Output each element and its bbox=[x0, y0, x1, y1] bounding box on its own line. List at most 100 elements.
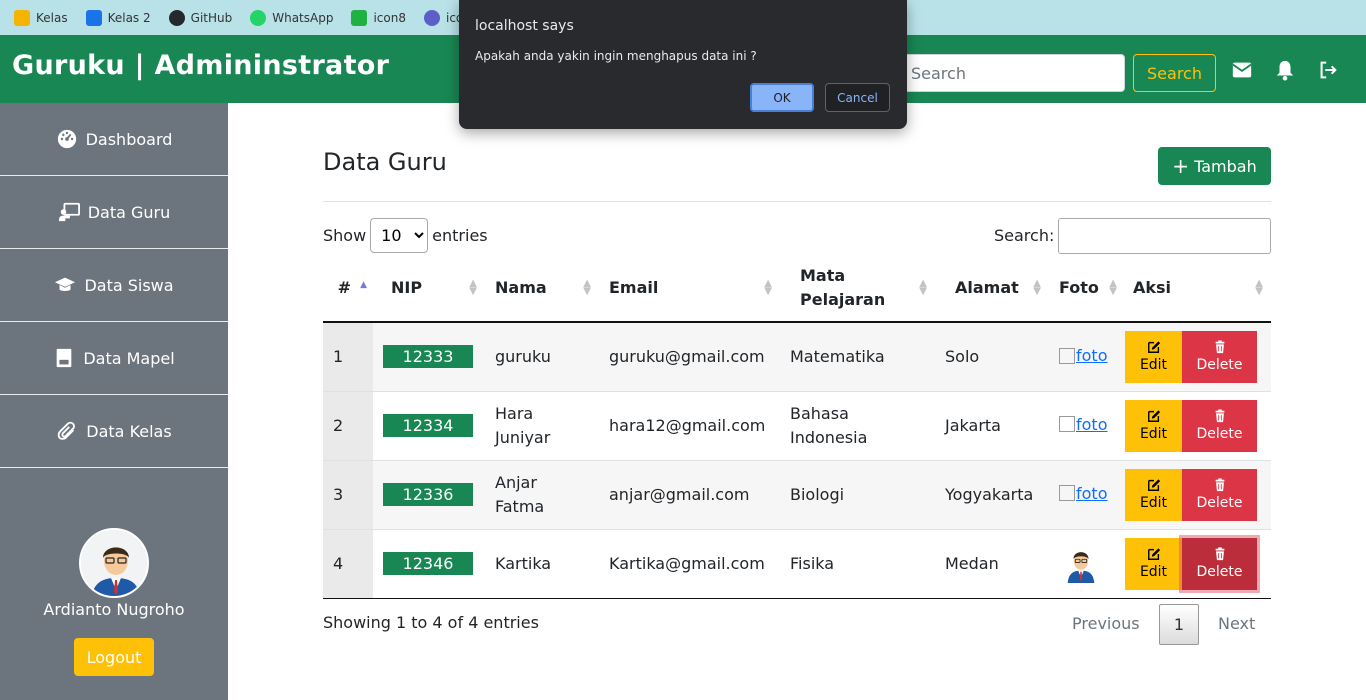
cell-email: anjar@gmail.com bbox=[599, 460, 780, 530]
teacher-photo[interactable] bbox=[1062, 545, 1100, 583]
cell-alamat: Yogyakarta bbox=[935, 460, 1049, 530]
nip-badge: 12334 bbox=[383, 414, 473, 437]
column-header-email[interactable]: Email ▲ ▼ bbox=[599, 254, 780, 323]
broken-image-icon bbox=[1059, 347, 1075, 364]
cell-nip: 12346 bbox=[373, 529, 485, 599]
column-label: Foto bbox=[1059, 278, 1099, 297]
bookmark-whatsapp[interactable]: WhatsApp bbox=[250, 9, 333, 26]
header-search-button[interactable]: Search bbox=[1133, 54, 1216, 92]
foto-link[interactable]: foto bbox=[1059, 346, 1107, 365]
column-label: Aksi bbox=[1133, 278, 1172, 297]
sidebar-item-data-kelas[interactable]: Data Kelas bbox=[0, 395, 228, 468]
sidebar-item-data-siswa[interactable]: Data Siswa bbox=[0, 249, 228, 322]
cell-aksi: Edit Delete bbox=[1119, 460, 1271, 530]
delete-label: Delete bbox=[1196, 426, 1243, 442]
edit-icon bbox=[1147, 410, 1160, 422]
edit-button[interactable]: Edit bbox=[1125, 468, 1182, 521]
confirm-dialog: localhost says Apakah anda yakin ingin m… bbox=[459, 0, 907, 129]
edit-button[interactable]: Edit bbox=[1125, 330, 1182, 383]
column-header-nip[interactable]: NIP ▲ ▼ bbox=[373, 254, 485, 323]
entries-label: entries bbox=[432, 226, 488, 245]
column-header-alamat[interactable]: Alamat ▲ ▼ bbox=[935, 254, 1049, 323]
column-header-no[interactable]: # ▲ bbox=[323, 254, 373, 323]
bookmark-kelas[interactable]: Kelas bbox=[14, 9, 68, 26]
avatar bbox=[79, 528, 149, 598]
logout-button[interactable]: Logout bbox=[74, 638, 154, 676]
icons8-icon bbox=[351, 9, 368, 26]
sidebar-item-data-guru[interactable]: Data Guru bbox=[0, 176, 228, 249]
sidebar-item-label: Data Guru bbox=[87, 202, 171, 222]
edit-button[interactable]: Edit bbox=[1125, 537, 1182, 590]
edit-button[interactable]: Edit bbox=[1125, 399, 1182, 452]
cell-email: Kartika@gmail.com bbox=[599, 529, 780, 599]
broken-image-icon bbox=[1059, 416, 1075, 433]
column-label: Email bbox=[609, 278, 659, 297]
bookmark-github[interactable]: GitHub bbox=[168, 9, 232, 26]
edit-label: Edit bbox=[1139, 426, 1168, 442]
book-icon bbox=[56, 348, 72, 368]
envelope-icon[interactable] bbox=[1231, 59, 1253, 81]
sort-icon: ▲ ▼ bbox=[469, 278, 477, 297]
foto-alt-text: foto bbox=[1076, 346, 1108, 365]
github-icon bbox=[168, 9, 185, 26]
bell-icon[interactable] bbox=[1274, 59, 1296, 81]
sort-icon: ▲ ▼ bbox=[1109, 278, 1117, 297]
delete-label: Delete bbox=[1196, 357, 1243, 374]
delete-button[interactable]: Delete bbox=[1182, 537, 1257, 590]
pagination-page-1[interactable]: 1 bbox=[1159, 604, 1199, 645]
foto-link[interactable]: foto bbox=[1059, 484, 1107, 503]
paperclip-icon bbox=[58, 421, 76, 440]
header-search-input[interactable] bbox=[898, 54, 1125, 92]
cell-email: hara12@gmail.com bbox=[599, 391, 780, 461]
bookmark-icon8[interactable]: icon8 bbox=[351, 9, 406, 26]
user-avatar-icon bbox=[81, 530, 147, 596]
dialog-title: localhost says bbox=[475, 18, 574, 34]
trash-icon bbox=[1215, 478, 1224, 492]
foto-link[interactable]: foto bbox=[1059, 415, 1107, 434]
cell-foto: foto bbox=[1049, 322, 1119, 392]
edit-label: Edit bbox=[1139, 495, 1168, 511]
logout-icon[interactable] bbox=[1317, 59, 1339, 81]
column-header-nama[interactable]: Nama ▲ ▼ bbox=[485, 254, 599, 323]
brand-title[interactable]: Guruku | Admininstrator bbox=[12, 50, 389, 81]
sort-icon: ▲ ▼ bbox=[583, 278, 591, 297]
pagination-previous[interactable]: Previous bbox=[1072, 614, 1140, 633]
dialog-ok-button[interactable]: OK bbox=[750, 83, 814, 112]
page-title: Data Guru bbox=[323, 148, 447, 176]
add-guru-button[interactable]: + Tambah bbox=[1158, 147, 1271, 185]
cell-nama: Anjar Fatma bbox=[485, 460, 599, 530]
bookmark-kelas-2[interactable]: Kelas 2 bbox=[85, 9, 151, 26]
sort-icon: ▲ ▼ bbox=[1255, 278, 1263, 297]
sidebar-item-dashboard[interactable]: Dashboard bbox=[0, 103, 228, 176]
column-header-mapel[interactable]: Mata Pelajaran ▲ ▼ bbox=[780, 254, 935, 323]
sidebar-item-data-mapel[interactable]: Data Mapel bbox=[0, 322, 228, 395]
delete-label: Delete bbox=[1196, 564, 1243, 580]
cell-aksi: Edit Delete bbox=[1119, 529, 1271, 599]
column-label: Mata Pelajaran bbox=[800, 265, 886, 309]
cell-mapel: Fisika bbox=[780, 529, 935, 599]
delete-button[interactable]: Delete bbox=[1182, 468, 1257, 521]
sort-icon: ▲ ▼ bbox=[764, 278, 772, 297]
table-search-input[interactable] bbox=[1058, 218, 1271, 254]
foto-alt-text: foto bbox=[1076, 483, 1108, 503]
page-length-select[interactable]: 10 bbox=[370, 218, 429, 253]
delete-button[interactable]: Delete bbox=[1182, 399, 1257, 452]
column-label: Alamat bbox=[955, 278, 1019, 297]
cell-foto: foto bbox=[1049, 460, 1119, 530]
cell-no: 4 bbox=[323, 529, 373, 599]
classroom-icon bbox=[14, 9, 30, 26]
cell-no: 2 bbox=[323, 391, 373, 461]
cell-email: guruku@gmail.com bbox=[599, 322, 780, 392]
sidebar-item-label: Data Mapel bbox=[83, 348, 175, 368]
column-header-foto[interactable]: Foto ▲ ▼ bbox=[1049, 254, 1119, 323]
cell-nip: 12336 bbox=[373, 460, 485, 530]
dialog-cancel-button[interactable]: Cancel bbox=[825, 83, 890, 112]
classroom-icon bbox=[85, 9, 102, 26]
delete-button[interactable]: Delete bbox=[1182, 330, 1257, 383]
cell-alamat: Medan bbox=[935, 529, 1049, 599]
nip-badge: 12336 bbox=[383, 483, 473, 506]
column-label: # bbox=[337, 278, 351, 297]
pagination-next[interactable]: Next bbox=[1218, 614, 1255, 633]
column-header-aksi[interactable]: Aksi ▲ ▼ bbox=[1119, 254, 1271, 323]
column-label: Nama bbox=[495, 278, 547, 297]
